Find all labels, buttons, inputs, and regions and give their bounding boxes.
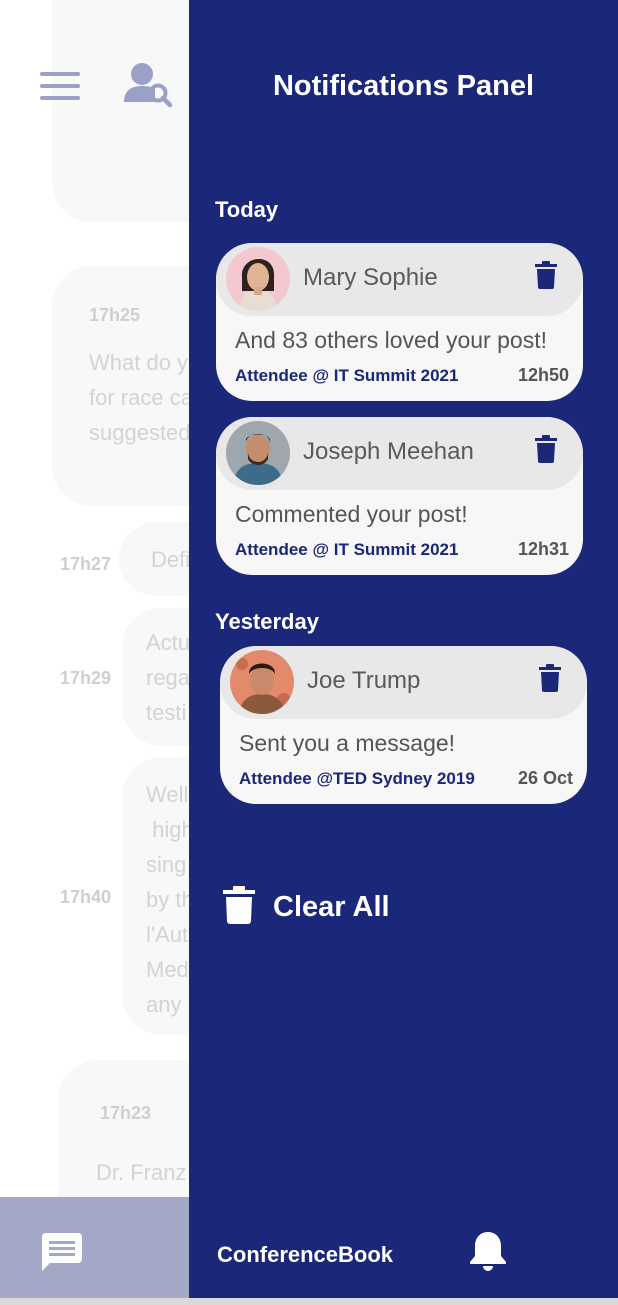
trash-icon [223,885,255,929]
notification-card[interactable]: Joseph Meehan Commented your post! Atten… [216,417,583,575]
section-label-today: Today [215,197,279,222]
notification-card[interactable]: Joe Trump Sent you a message! Attendee @… [220,646,587,804]
message-text: Well high sing by th l'Aut Med any [146,782,189,1017]
bottom-edge [0,1298,618,1305]
notification-header: Mary Sophie [216,243,583,316]
notification-event: Attendee @TED Sydney 2019 [239,769,475,788]
notification-header: Joseph Meehan [216,417,583,490]
clear-all-label: Clear All [273,890,390,923]
notification-message: Commented your post! [235,501,468,527]
message-text: Dr. Franz [96,1160,187,1185]
notification-sender: Joseph Meehan [303,438,474,465]
message-time: 17h25 [89,305,141,325]
message-text: Defi [151,547,189,572]
avatar [230,650,294,714]
notifications-panel: Notifications Panel Today Mary Sophie An… [189,0,618,1298]
user-search-icon[interactable] [122,62,174,113]
panel-title: Notifications Panel [272,70,535,102]
avatar [226,421,290,485]
notification-sender: Mary Sophie [303,264,438,291]
notification-event: Attendee @ IT Summit 2021 [235,366,459,385]
trash-icon[interactable] [539,664,561,697]
avatar [226,247,290,311]
message-time: 17h23 [100,1103,152,1123]
notification-event: Attendee @ IT Summit 2021 [235,540,459,559]
notification-time: 12h50 [517,365,569,385]
notification-card[interactable]: Mary Sophie And 83 others loved your pos… [216,243,583,401]
bottom-bar-left [0,1197,189,1305]
notification-message: Sent you a message! [239,730,456,756]
notification-time: 12h31 [517,539,569,559]
brand-name: ConferenceBook [217,1242,394,1267]
clear-all-button[interactable]: Clear All [223,884,390,930]
notification-sender: Joe Trump [307,667,421,694]
trash-icon[interactable] [535,261,557,294]
section-label-yesterday: Yesterday [215,609,319,634]
message-time: 17h27 [60,554,112,574]
notification-message: And 83 others loved your post! [235,327,547,353]
message-time: 17h40 [60,887,112,907]
trash-icon[interactable] [535,435,557,468]
message-text: What do y for race ca suggested [89,350,189,445]
menu-icon[interactable] [40,70,80,107]
notification-header: Joe Trump [220,646,587,719]
message-time: 17h29 [60,668,112,688]
message-text: Actu rega testi [146,630,189,725]
bell-icon[interactable] [469,1230,507,1277]
notification-time: 26 Oct [517,768,573,788]
chat-icon[interactable] [42,1233,82,1276]
